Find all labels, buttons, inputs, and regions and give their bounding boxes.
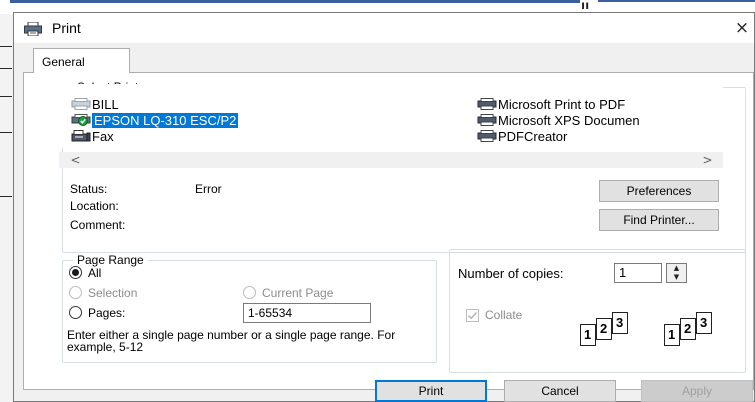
all-label[interactable]: All: [88, 266, 101, 280]
copies-label: Number of copies:: [458, 266, 564, 281]
printer-icon: [477, 98, 497, 110]
collated-pages-illustration: 3 2 1: [580, 312, 640, 346]
scroll-left-arrow-icon[interactable]: <: [67, 152, 84, 168]
printer-item-pdfcreator[interactable]: PDFCreator: [477, 129, 567, 145]
copies-spinner[interactable]: ▲ ▼: [666, 263, 687, 283]
printer-icon: [477, 114, 497, 126]
collate-checkbox[interactable]: [466, 309, 479, 322]
printer-item-fax[interactable]: Fax: [71, 129, 114, 145]
status-value: Error: [195, 182, 222, 196]
selection-radio[interactable]: [69, 286, 82, 299]
scroll-right-arrow-icon[interactable]: >: [699, 152, 716, 168]
spin-down-icon[interactable]: ▼: [667, 273, 686, 282]
page-range-hint: Enter either a single page number or a s…: [67, 328, 396, 354]
location-label: Location:: [70, 199, 119, 213]
title-bar: Print ×: [14, 13, 754, 43]
printer-icon: [477, 130, 497, 142]
background-window-edge: [0, 0, 14, 402]
pages-radio[interactable]: [69, 306, 82, 319]
copies-input[interactable]: 1: [614, 263, 662, 283]
printer-list[interactable]: BILL EPSON LQ-310 ESC/P2 Fax Microsoft P…: [59, 84, 723, 148]
cancel-button[interactable]: Cancel: [504, 380, 616, 402]
all-radio[interactable]: [69, 266, 82, 279]
close-button[interactable]: ×: [730, 15, 754, 41]
uncollated-pages-illustration: 3 2 1: [664, 312, 724, 346]
status-label: Status:: [70, 182, 108, 196]
spin-up-icon[interactable]: ▲: [667, 264, 686, 273]
printer-icon: [71, 98, 91, 110]
printer-item-epson[interactable]: EPSON LQ-310 ESC/P2: [71, 113, 239, 129]
printer-item-bill[interactable]: BILL: [71, 97, 119, 113]
printer-item-microsoft-xps-document[interactable]: Microsoft XPS Documen: [477, 113, 640, 129]
selection-label[interactable]: Selection: [88, 286, 137, 300]
printer-icon: [24, 22, 42, 36]
apply-button[interactable]: Apply: [641, 380, 753, 402]
pages-input[interactable]: 1-65534: [243, 303, 371, 323]
checkmark-icon: [468, 312, 478, 320]
print-button[interactable]: Print: [375, 380, 487, 402]
current-page-radio[interactable]: [243, 286, 256, 299]
fax-icon: [71, 130, 91, 142]
find-printer-button[interactable]: Find Printer...: [599, 209, 719, 231]
window-title: Print: [52, 20, 81, 36]
default-printer-icon: [71, 114, 91, 126]
printer-item-microsoft-print-to-pdf[interactable]: Microsoft Print to PDF: [477, 97, 625, 113]
tab-general[interactable]: General: [33, 48, 130, 73]
comment-label: Comment:: [70, 218, 126, 232]
preferences-button[interactable]: Preferences: [599, 180, 719, 202]
pages-label[interactable]: Pages:: [88, 306, 125, 320]
page-range-legend: Page Range: [73, 253, 148, 267]
collate-label: Collate: [485, 308, 523, 322]
current-page-label[interactable]: Current Page: [262, 286, 333, 300]
printer-list-horizontal-scrollbar[interactable]: < >: [59, 152, 723, 168]
